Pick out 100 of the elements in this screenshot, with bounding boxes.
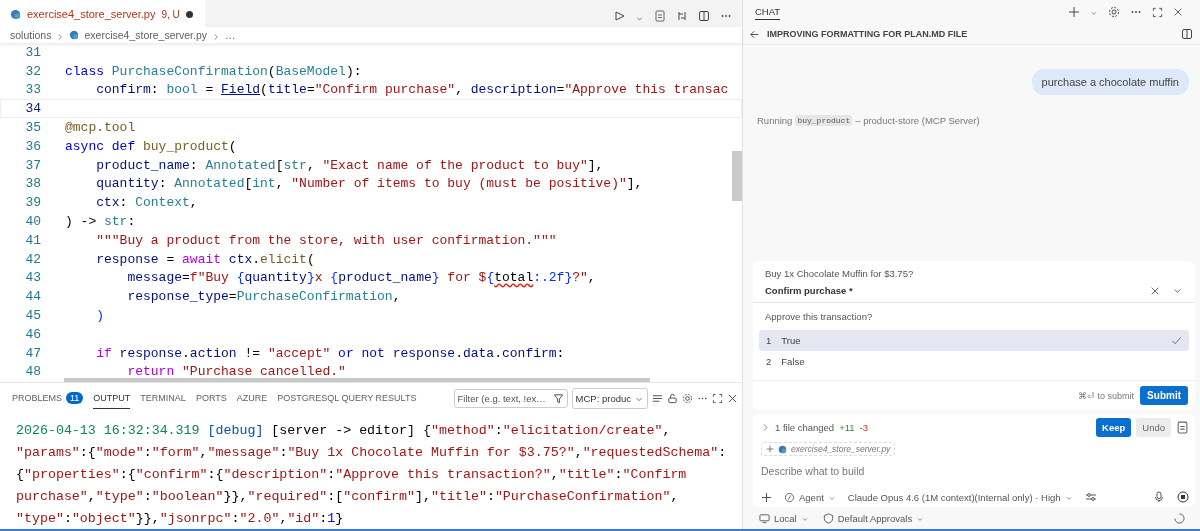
editor-tab[interactable]: exercise4_store_server.py 9, U bbox=[0, 0, 205, 27]
code-token: Annotated bbox=[205, 157, 276, 173]
log-token: "description" bbox=[223, 466, 328, 482]
code-token: class bbox=[65, 63, 105, 79]
code-token: . bbox=[252, 251, 261, 267]
log-token: purchase" bbox=[16, 488, 88, 504]
code-token: description bbox=[470, 82, 557, 98]
code-token: = bbox=[228, 289, 237, 305]
code-token: = bbox=[165, 251, 176, 267]
submit-button[interactable]: Submit bbox=[1140, 386, 1188, 405]
log-token: , bbox=[574, 444, 583, 460]
code-token: ctx bbox=[228, 251, 253, 267]
log-token: :{ bbox=[119, 466, 136, 482]
log-token: "PurchaseConfirmation" bbox=[494, 488, 671, 504]
filter-field[interactable]: Filter (e.g. text, !ex… bbox=[453, 389, 568, 408]
log-token: "method" bbox=[430, 422, 495, 438]
problem-count-label: 9, U bbox=[161, 8, 180, 20]
line-number: 48 bbox=[24, 364, 42, 380]
log-token: "2.0" bbox=[239, 510, 280, 526]
file-chip[interactable]: exercise4_store_server.py bbox=[761, 442, 896, 456]
log-token: "title" bbox=[558, 466, 615, 482]
log-token: } bbox=[335, 510, 344, 526]
panel-tab[interactable]: OUTPUT bbox=[93, 388, 131, 409]
log-token: }}, bbox=[135, 510, 160, 526]
log-token: : bbox=[143, 444, 152, 460]
code-token: product_name bbox=[338, 270, 432, 286]
panel-tab[interactable]: TERMINAL bbox=[140, 388, 186, 409]
code-token: : bbox=[119, 195, 129, 211]
log-token: ], bbox=[415, 488, 432, 504]
code-token: ( bbox=[260, 82, 268, 98]
code-token: title bbox=[267, 82, 307, 98]
code-token: confirm bbox=[502, 345, 557, 361]
line-number: 39 bbox=[24, 195, 42, 211]
log-token: "properties" bbox=[24, 466, 120, 482]
option-item[interactable]: 2 False bbox=[759, 351, 1189, 372]
code-token: . bbox=[182, 345, 190, 361]
code-token: str bbox=[283, 157, 307, 173]
option-number: 1 bbox=[766, 335, 772, 346]
code-token: confirm bbox=[95, 82, 151, 98]
code-token: PurchaseConfirmation bbox=[236, 289, 393, 305]
option-item[interactable]: 1 True bbox=[759, 330, 1189, 351]
line-number: 43 bbox=[24, 270, 42, 286]
code-token: Field bbox=[221, 82, 261, 98]
log-token: : bbox=[143, 488, 152, 504]
breadcrumb-item[interactable]: solutions bbox=[10, 29, 52, 41]
line-number: 40 bbox=[24, 214, 42, 230]
code-token: "accept" bbox=[267, 345, 331, 361]
code-token: ?" bbox=[572, 270, 588, 286]
field-title: Confirm purchase * bbox=[765, 285, 854, 296]
log-token: "Confirm bbox=[622, 466, 687, 482]
tab-filename: exercise4_store_server.py bbox=[27, 8, 156, 20]
code-token: { bbox=[330, 270, 339, 286]
panel-tab[interactable]: AZURE bbox=[236, 388, 268, 409]
prompt-field[interactable]: Describe what to build bbox=[761, 465, 1189, 477]
location-picker[interactable]: Local bbox=[759, 512, 809, 524]
submit-hint: ⌘⏎ to submit bbox=[1078, 390, 1135, 401]
code-token: [ bbox=[244, 176, 253, 192]
count-badge: 11 bbox=[66, 392, 84, 404]
panel-tab[interactable]: PORTS bbox=[195, 388, 227, 409]
log-token: :{ bbox=[79, 444, 96, 460]
code-token: { bbox=[236, 270, 245, 286]
breadcrumb-item[interactable]: exercise4_store_server.py bbox=[84, 29, 207, 41]
log-token: { bbox=[16, 466, 24, 482]
approvals-picker[interactable]: Default Approvals bbox=[822, 512, 925, 524]
line-number: 34 bbox=[24, 101, 42, 117]
option-label: False bbox=[781, 356, 806, 367]
line-number: 45 bbox=[24, 308, 42, 324]
log-token: "confirm" bbox=[343, 488, 416, 504]
code-token: , bbox=[306, 157, 316, 173]
code-token: ( bbox=[306, 251, 315, 267]
code-token: : bbox=[158, 176, 168, 192]
line-number: 41 bbox=[24, 232, 42, 248]
code-token: . bbox=[455, 345, 463, 361]
log-token: , bbox=[550, 466, 559, 482]
channel-dropdown[interactable]: MCP: produc bbox=[571, 388, 648, 409]
line-number: 46 bbox=[24, 326, 42, 342]
undo-button[interactable]: Undo bbox=[1136, 418, 1171, 437]
log-token: : bbox=[486, 488, 495, 504]
breadcrumb-item[interactable]: … bbox=[225, 29, 236, 41]
log-token: "Buy 1x Chocolate Muffin for $3.75?" bbox=[287, 444, 575, 460]
chat-tab[interactable]: CHAT bbox=[755, 4, 781, 20]
panel-tab[interactable]: PROBLEMS 11 bbox=[12, 387, 84, 410]
log-token: "params" bbox=[16, 444, 80, 460]
code-token: } bbox=[306, 270, 315, 286]
code-token: BaseModel bbox=[275, 63, 346, 79]
removed-count: -3 bbox=[859, 422, 869, 433]
panel-tab[interactable]: POSTGRESQL QUERY RESULTS bbox=[277, 388, 417, 409]
code-token: response bbox=[95, 251, 159, 267]
keep-button[interactable]: Keep bbox=[1096, 418, 1132, 437]
code-token: data bbox=[462, 345, 495, 361]
model-picker[interactable]: Claude Opus 4.6 (1M context)(Internal only) · High bbox=[847, 491, 1073, 503]
mode-picker[interactable]: Agent bbox=[784, 491, 836, 503]
code-token: = bbox=[204, 82, 215, 98]
code-token: elicit bbox=[260, 251, 307, 267]
line-number: 38 bbox=[24, 176, 42, 192]
log-token: "id" bbox=[287, 510, 320, 526]
form-message: Buy 1x Chocolate Muffin for $3.75? bbox=[764, 267, 915, 279]
code-token: x bbox=[314, 270, 324, 286]
log-token: : bbox=[327, 466, 336, 482]
code-token: : bbox=[556, 345, 565, 361]
